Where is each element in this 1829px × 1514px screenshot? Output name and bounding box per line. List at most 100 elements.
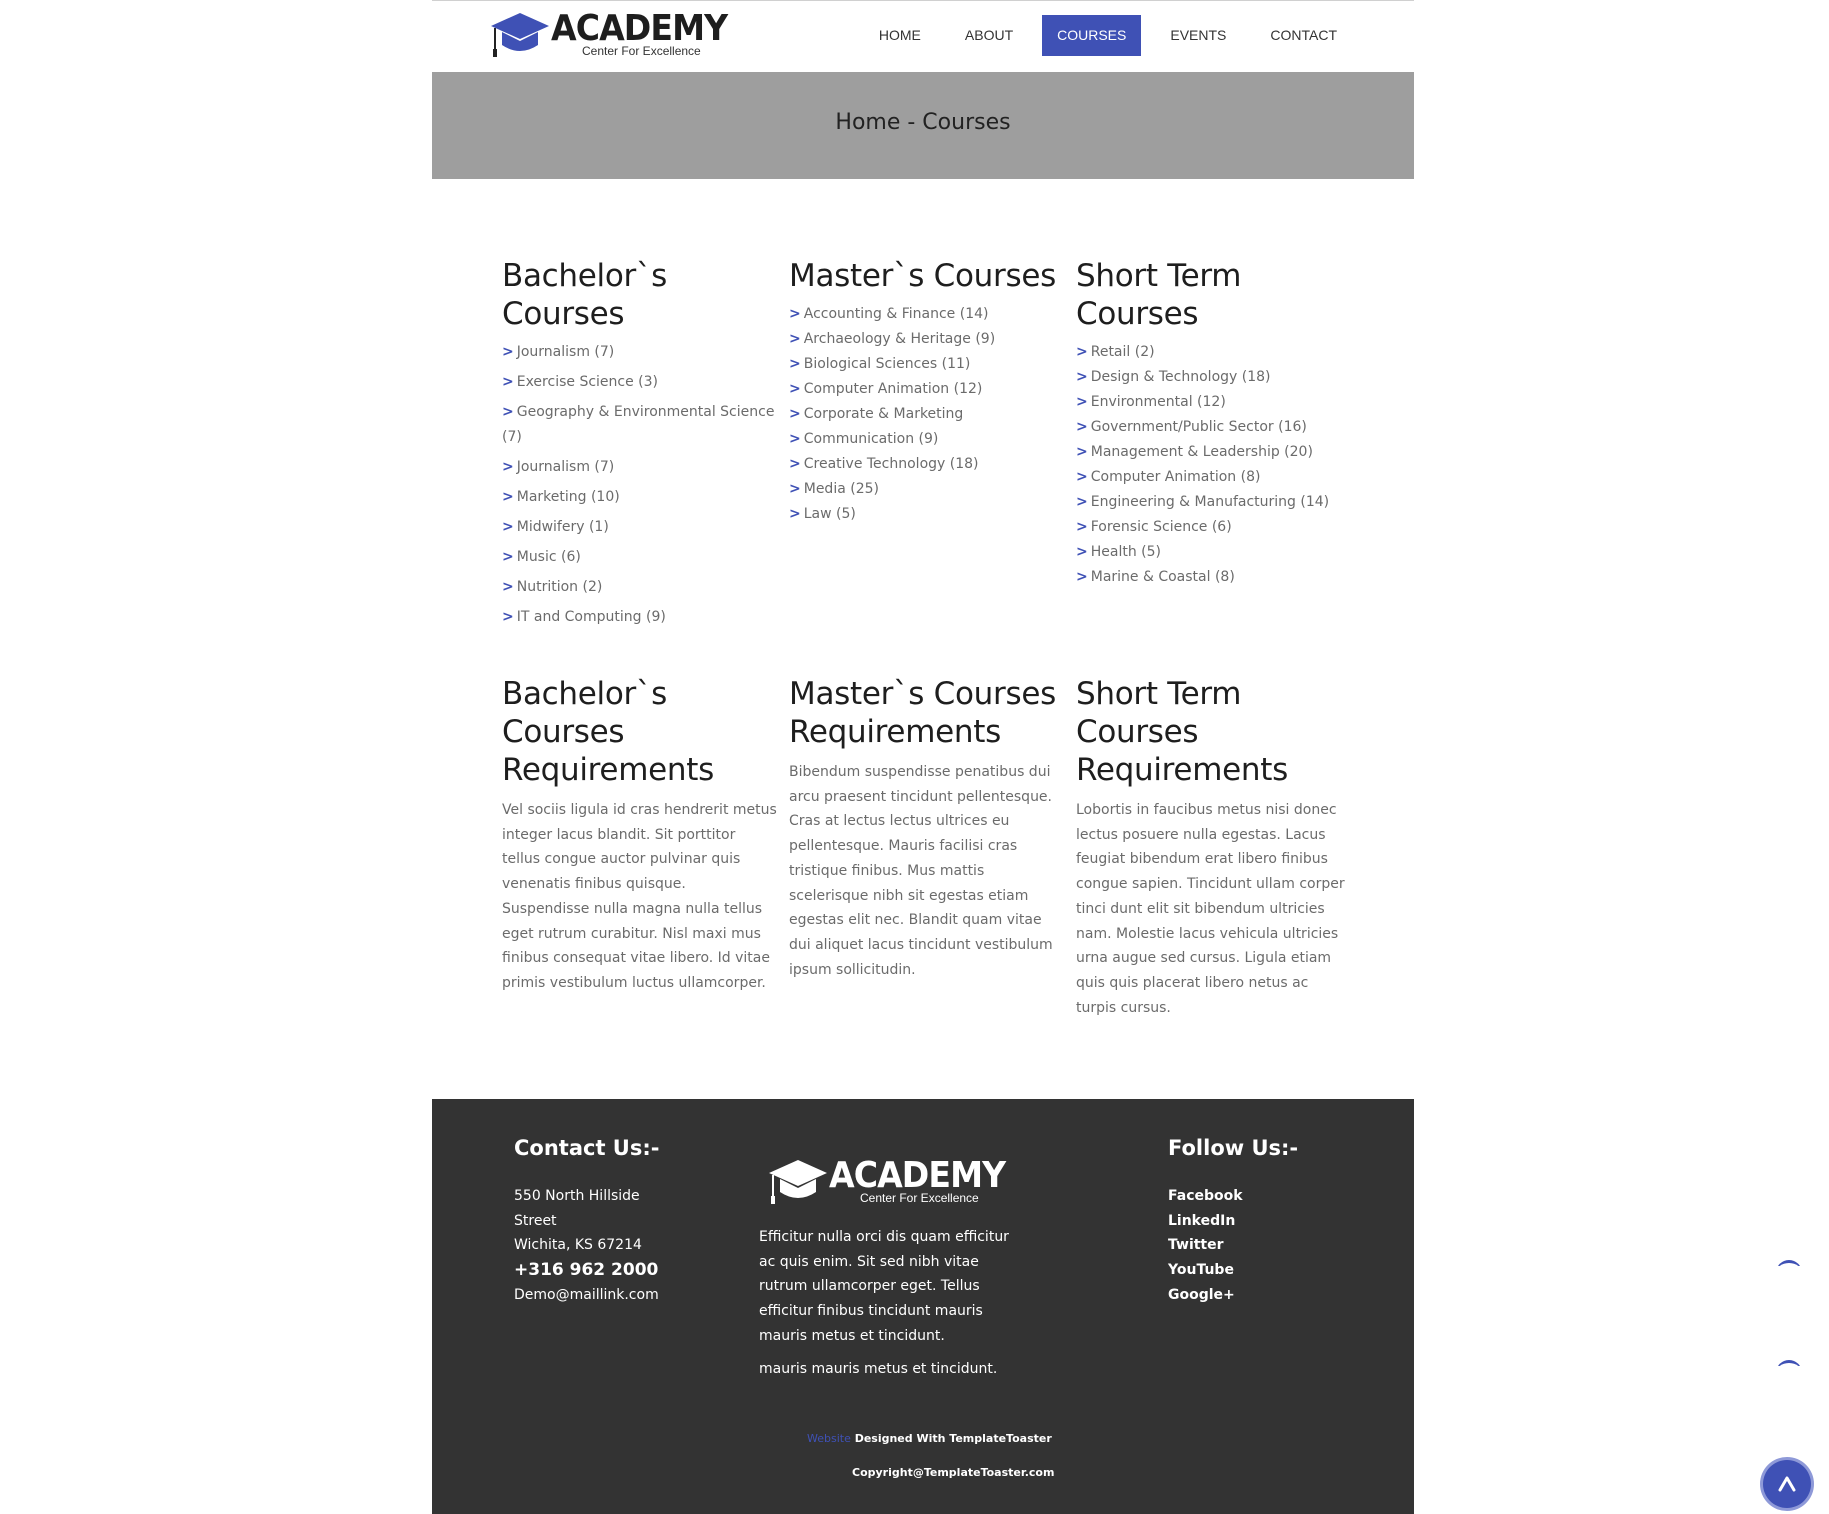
logo-title: ACADEMY xyxy=(551,8,728,49)
course-list-item[interactable]: > Government/Public Sector (16) xyxy=(1076,415,1351,440)
social-facebook[interactable]: Facebook xyxy=(1168,1184,1243,1209)
master-requirements-heading: Master`s Courses Requirements xyxy=(789,676,1056,750)
course-list-item[interactable]: > Midwifery (1) xyxy=(502,515,777,540)
chevron-right-icon: > xyxy=(502,374,514,390)
credit-website-link[interactable]: Website xyxy=(807,1432,851,1445)
course-list-label: Midwifery (1) xyxy=(516,519,609,535)
master-requirements-text: Bibendum suspendisse penatibus dui arcu … xyxy=(789,764,1053,978)
course-list-label: Nutrition (2) xyxy=(516,579,603,595)
nav-events[interactable]: EVENTS xyxy=(1155,15,1241,56)
course-list-label: Computer Animation (12) xyxy=(803,381,983,397)
page: ACADEMY Center For Excellence HOME ABOUT… xyxy=(432,0,1414,1514)
course-list-item[interactable]: > Media (25) xyxy=(789,477,1064,502)
course-list-item[interactable]: > Creative Technology (18) xyxy=(789,452,1064,477)
course-list-label: Media (25) xyxy=(803,481,879,497)
course-list-item[interactable]: > Environmental (12) xyxy=(1076,390,1351,415)
social-links: Facebook LinkedIn Twitter YouTube Google… xyxy=(1168,1184,1243,1308)
course-list-item[interactable]: > Nutrition (2) xyxy=(502,575,777,600)
master-requirements: Master`s Courses Requirements Bibendum s… xyxy=(789,675,1064,982)
course-list-item[interactable]: > Engineering & Manufacturing (14) xyxy=(1076,490,1351,515)
course-list-item[interactable]: > Design & Technology (18) xyxy=(1076,365,1351,390)
course-list-item[interactable]: > Retail (2) xyxy=(1076,340,1351,365)
side-widget-arc[interactable] xyxy=(1776,1260,1802,1266)
course-list-item[interactable]: > Corporate & Marketing xyxy=(789,402,1064,427)
social-twitter[interactable]: Twitter xyxy=(1168,1233,1243,1258)
course-list-item[interactable]: > Archaeology & Heritage (9) xyxy=(789,327,1064,352)
course-list-item[interactable]: > Geography & Environmental Science (7) xyxy=(502,400,777,450)
nav-home[interactable]: HOME xyxy=(864,15,936,56)
bachelor-requirements-text: Vel sociis ligula id cras hendrerit metu… xyxy=(502,802,777,991)
phone-number[interactable]: +316 962 2000 xyxy=(514,1258,714,1283)
course-list-label: Music (6) xyxy=(516,549,581,565)
bachelor-courses: Bachelor`s Courses > Journalism (7) > Exerc… xyxy=(502,257,777,635)
footer-about-text: Efficitur nulla orci dis quam efficitur … xyxy=(759,1229,1009,1344)
course-list-item[interactable]: > Forensic Science (6) xyxy=(1076,515,1351,540)
chevron-right-icon: > xyxy=(502,404,514,420)
address-line-1: 550 North Hillside xyxy=(514,1188,640,1204)
course-list-label: Law (5) xyxy=(803,506,856,522)
nav-about[interactable]: ABOUT xyxy=(950,15,1028,56)
nav-courses[interactable]: COURSES xyxy=(1042,15,1142,56)
course-list-label: Management & Leadership (20) xyxy=(1090,444,1313,460)
footer: Contact Us:- 550 North Hillside Street W… xyxy=(432,1099,1414,1514)
scroll-top-button[interactable] xyxy=(1763,1460,1811,1508)
course-list-item[interactable]: > Biological Sciences (11) xyxy=(789,352,1064,377)
course-list-item[interactable]: > Computer Animation (8) xyxy=(1076,465,1351,490)
social-youtube[interactable]: YouTube xyxy=(1168,1258,1243,1283)
chevron-right-icon: > xyxy=(789,431,801,447)
chevron-right-icon: > xyxy=(502,344,514,360)
address-line-2: Street xyxy=(514,1212,557,1229)
course-list-item[interactable]: > Music (6) xyxy=(502,545,777,570)
bachelor-courses-heading: Bachelor`s Courses xyxy=(502,258,668,332)
master-courses-heading: Master`s Courses xyxy=(789,258,1056,294)
chevron-right-icon: > xyxy=(789,381,801,397)
chevron-right-icon: > xyxy=(1076,519,1088,535)
side-widget-arc[interactable] xyxy=(1776,1360,1802,1366)
course-list-label: Retail (2) xyxy=(1090,344,1155,360)
course-list-item[interactable]: > Journalism (7) xyxy=(502,455,777,480)
nav-contact[interactable]: CONTACT xyxy=(1255,15,1352,56)
chevron-right-icon: > xyxy=(1076,494,1088,510)
chevron-right-icon: > xyxy=(1076,469,1088,485)
social-linkedin[interactable]: LinkedIn xyxy=(1168,1209,1243,1234)
chevron-right-icon: > xyxy=(789,331,801,347)
course-list-label: Creative Technology (18) xyxy=(803,456,979,472)
course-list-item[interactable]: > Health (5) xyxy=(1076,540,1351,565)
course-list-label: Computer Animation (8) xyxy=(1090,469,1261,485)
chevron-right-icon: > xyxy=(502,519,514,535)
course-list-label: Marine & Coastal (8) xyxy=(1090,569,1235,585)
graduation-cap-icon xyxy=(491,13,549,57)
page-banner: Home - Courses xyxy=(432,72,1414,179)
master-courses: Master`s Courses > Accounting & Finance (… xyxy=(789,257,1064,527)
footer-logo-title: ACADEMY xyxy=(829,1155,1006,1196)
short-requirements-text: Lobortis in faucibus metus nisi donec le… xyxy=(1076,802,1345,1016)
course-list-item[interactable]: > Computer Animation (12) xyxy=(789,377,1064,402)
course-list-item[interactable]: > IT and Computing (9) xyxy=(502,605,777,630)
master-courses-list: > Accounting & Finance (14) > Archaeology &… xyxy=(789,302,1064,527)
course-list-item[interactable]: > Accounting & Finance (14) xyxy=(789,302,1064,327)
chevron-right-icon: > xyxy=(1076,544,1088,560)
short-courses-heading: Short Term Courses xyxy=(1076,258,1242,332)
course-list-item[interactable]: > Exercise Science (3) xyxy=(502,370,777,395)
main-nav: HOME ABOUT COURSES EVENTS CONTACT xyxy=(850,15,1352,56)
course-list-item[interactable]: > Journalism (7) xyxy=(502,340,777,365)
address-line-3: Wichita, KS 67214 xyxy=(514,1237,642,1254)
email-link[interactable]: Demo@maillink.com xyxy=(514,1283,714,1308)
copyright: Copyright@TemplateToaster.com xyxy=(852,1466,1055,1479)
course-list-label: Marketing (10) xyxy=(516,489,620,505)
course-list-item[interactable]: > Law (5) xyxy=(789,502,1064,527)
chevron-right-icon: > xyxy=(1076,569,1088,585)
chevron-right-icon: > xyxy=(502,579,514,595)
course-list-item[interactable]: > Communication (9) xyxy=(789,427,1064,452)
chevron-right-icon: > xyxy=(789,356,801,372)
course-list-item[interactable]: > Management & Leadership (20) xyxy=(1076,440,1351,465)
course-list-label: Journalism (7) xyxy=(516,459,615,475)
course-list-item[interactable]: > Marine & Coastal (8) xyxy=(1076,565,1351,590)
course-list-item[interactable]: > Marketing (10) xyxy=(502,485,777,510)
chevron-right-icon: > xyxy=(789,456,801,472)
social-google-plus[interactable]: Google+ xyxy=(1168,1283,1243,1308)
footer-logo[interactable]: ACADEMY Center For Excellence xyxy=(769,1156,1006,1208)
course-list-label: Environmental (12) xyxy=(1090,394,1226,410)
contact-info: 550 North Hillside Street Wichita, KS 67… xyxy=(514,1184,714,1308)
site-logo[interactable]: ACADEMY Center For Excellence xyxy=(491,9,728,61)
